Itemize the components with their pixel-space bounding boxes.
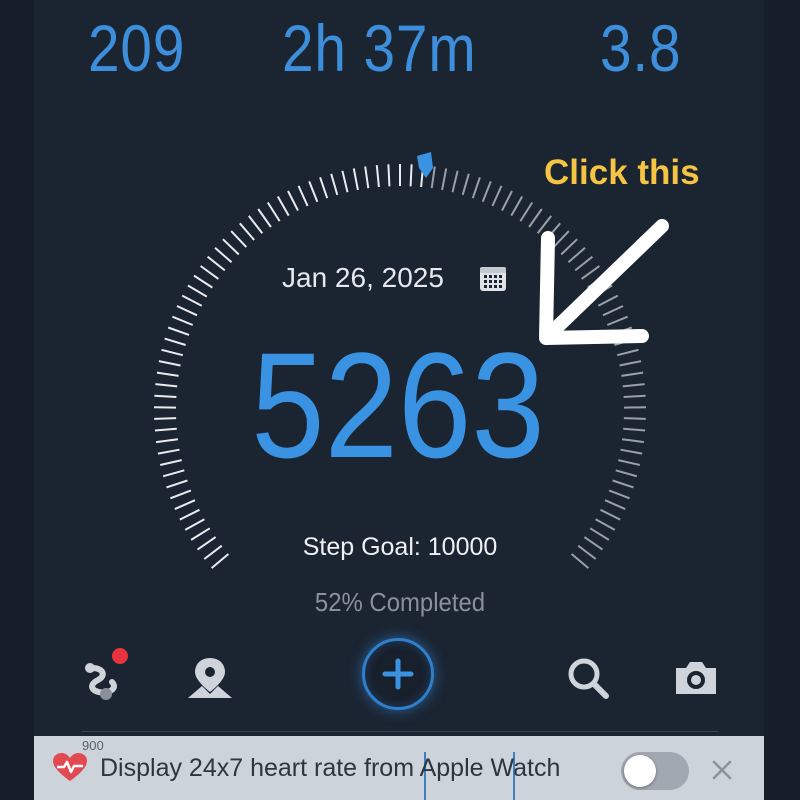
search-icon[interactable]: [560, 650, 616, 706]
banner-text: Display 24x7 heart rate from Apple Watch: [100, 754, 561, 782]
dial-tick: [161, 348, 184, 357]
dial-tick: [200, 265, 219, 280]
progress-marker: [417, 152, 433, 178]
dial-tick: [174, 499, 196, 511]
dial-tick: [621, 438, 645, 444]
dial-tick: [276, 196, 290, 217]
dial-tick: [257, 208, 272, 228]
dial-tick: [623, 427, 646, 432]
dial-tick: [375, 165, 380, 188]
dial-tick: [622, 383, 645, 388]
dial-tick: [176, 305, 198, 317]
dial-tick: [158, 360, 181, 367]
dial-tick: [623, 394, 646, 398]
dial-tick: [409, 164, 413, 187]
dial-tick: [481, 181, 492, 203]
dial-tick: [154, 417, 177, 420]
dial-tick: [430, 166, 436, 189]
step-count[interactable]: 5263: [241, 330, 554, 480]
dial-tick: [387, 164, 391, 187]
dial-tick: [181, 294, 203, 307]
dial-tick: [239, 222, 255, 241]
dial-tick: [595, 518, 616, 531]
dial-tick: [184, 518, 205, 531]
completion-label: 52% Completed: [314, 587, 486, 617]
dial-tick: [364, 166, 370, 189]
step-goal[interactable]: Step Goal: 10000: [200, 530, 600, 564]
dial-tick: [441, 168, 448, 191]
dial-tick: [604, 499, 626, 511]
annotation-arrow: [539, 219, 669, 345]
dial-tick: [156, 371, 179, 377]
dial-tick: [491, 185, 503, 207]
close-icon[interactable]: [710, 758, 734, 782]
dial-tick: [600, 508, 621, 521]
dial-tick: [162, 469, 185, 478]
dial-tick: [170, 489, 192, 500]
dial-tick: [620, 448, 643, 455]
dial-tick: [187, 284, 208, 298]
dial-tick: [619, 360, 642, 367]
dial-tick: [287, 190, 299, 212]
dial-tick: [166, 479, 188, 489]
dial-tick: [621, 371, 644, 377]
calendar-icon[interactable]: [478, 263, 508, 293]
dial-tick: [352, 168, 359, 191]
divider: [82, 731, 718, 732]
dial-tick: [319, 176, 329, 199]
camera-icon[interactable]: [668, 650, 724, 706]
dial-tick: [501, 190, 513, 212]
map-pin-icon[interactable]: [180, 650, 236, 706]
dial-tick: [214, 247, 233, 264]
dial-tick: [471, 176, 481, 199]
add-button[interactable]: [362, 638, 434, 710]
dial-tick: [157, 448, 180, 455]
dial-tick: [159, 459, 182, 466]
dial-tick: [615, 469, 638, 478]
dial-tick: [330, 173, 339, 196]
dial-tick: [308, 181, 319, 203]
annotation-label: Click this: [544, 153, 700, 192]
dial-tick: [612, 479, 634, 489]
dial-tick: [222, 238, 240, 256]
dial-tick: [608, 489, 630, 500]
dial-tick: [341, 170, 349, 193]
dial-tick: [206, 255, 226, 272]
dial-tick: [155, 438, 179, 444]
dial-tick: [154, 427, 177, 432]
dial-tick: [248, 215, 264, 234]
dial-tick: [193, 274, 213, 289]
plus-icon: [382, 658, 414, 690]
dial-tick: [172, 315, 194, 326]
dial-tick: [266, 201, 281, 222]
dial-tick: [623, 417, 646, 420]
notification-badge: [112, 648, 128, 664]
dial-tick: [451, 170, 459, 193]
toggle-knob[interactable]: [624, 755, 656, 787]
dial-tick: [179, 508, 200, 521]
date-label[interactable]: Jan 26, 2025: [282, 258, 444, 298]
heart-icon: [53, 753, 87, 781]
dial-tick: [155, 383, 178, 388]
dial-tick: [297, 185, 309, 207]
dial-tick: [461, 173, 470, 196]
dial-tick: [230, 230, 248, 248]
dial-tick: [164, 337, 186, 346]
dial-tick: [167, 326, 190, 336]
dial-tick: [618, 459, 641, 466]
dial-tick: [154, 394, 177, 398]
